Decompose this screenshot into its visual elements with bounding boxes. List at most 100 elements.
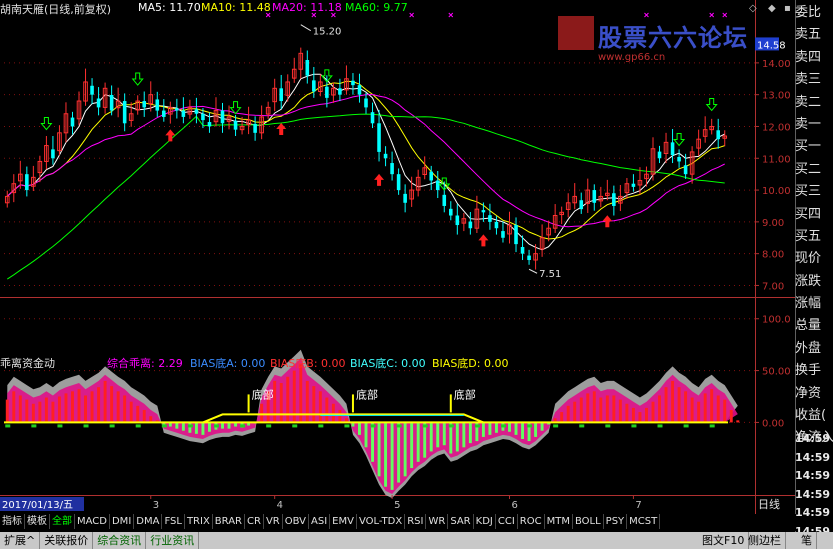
candle (370, 102, 375, 129)
tab-boll[interactable]: BOLL (573, 514, 604, 529)
indicator-base-tick (500, 424, 506, 428)
buy-arrow-icon (602, 215, 613, 228)
tab-rsi[interactable]: RSI (405, 514, 427, 529)
tab-cr[interactable]: CR (245, 514, 264, 529)
trade-times: 14:59 14:59 14:59 14:59 14:59 14:59 (795, 430, 833, 542)
tab-dmi[interactable]: DMI (110, 514, 135, 529)
candle-body (448, 208, 453, 216)
candle-body (96, 98, 101, 108)
indicator-base-tick (579, 424, 585, 428)
tab-psy[interactable]: PSY (604, 514, 628, 529)
tab-trix[interactable]: TRIX (185, 514, 213, 529)
tab-obv[interactable]: OBV (283, 514, 309, 529)
candle (11, 174, 17, 203)
tab-indicator[interactable]: 指标 (0, 514, 25, 529)
tab-mtm[interactable]: MTM (545, 514, 573, 529)
tab-mcst[interactable]: MCST (627, 514, 661, 529)
candle (364, 92, 368, 114)
candle (148, 81, 154, 112)
candle (128, 102, 134, 127)
industry-news-tab[interactable]: 行业资讯 (146, 532, 200, 549)
candle (494, 216, 499, 235)
candle (44, 136, 49, 170)
sidebar-item: 涨跌 (795, 273, 822, 289)
candle (63, 102, 69, 143)
candle (422, 156, 427, 180)
candle (70, 111, 75, 135)
ma20-label: MA20: 11.18 (272, 1, 342, 14)
indicator-base-tick (709, 424, 715, 428)
candle-body (325, 86, 329, 98)
candle (403, 184, 407, 213)
tab-emv[interactable]: EMV (330, 514, 357, 529)
price-tick-label: 11.00 (762, 154, 791, 165)
price-highlight-label: 14.58 (757, 40, 786, 51)
pen-button[interactable]: 笔 (797, 532, 817, 549)
expand-button[interactable]: 扩展^ (0, 532, 41, 549)
candle-body (631, 183, 636, 187)
top-x-marker (448, 12, 454, 18)
tab-macd[interactable]: MACD (75, 514, 110, 529)
tab-kdj[interactable]: KDJ (474, 514, 496, 529)
indicator-base-tick (553, 424, 559, 428)
candle (253, 116, 257, 141)
indicator-tabbar: 指标 模板 全部 MACD DMI DMA FSL TRIX BRAR CR VR OBV ASI EMV… (0, 514, 796, 531)
candle (507, 211, 512, 244)
candle-body (90, 85, 94, 95)
indicator-legend-4: BIAS底D: 0.00 (432, 357, 509, 370)
sidebar-item: 卖三 (795, 72, 822, 88)
candle-body (612, 193, 616, 206)
candle (631, 174, 636, 192)
candle (644, 166, 649, 187)
candle (175, 98, 179, 119)
candle (213, 97, 219, 127)
candle (709, 118, 714, 135)
bottom-marker-label: 底部 (252, 387, 274, 401)
candle (552, 204, 558, 233)
candle (115, 87, 121, 118)
candle (226, 105, 232, 130)
tab-vr[interactable]: VR (264, 514, 283, 529)
candle (76, 91, 82, 126)
indicator-base-tick (240, 424, 246, 428)
sidebar-toggle-button[interactable]: 侧边栏 (744, 532, 786, 549)
candle (383, 146, 388, 167)
f10-button[interactable]: 图文F10 (698, 532, 750, 549)
tab-vol-tdx[interactable]: VOL-TDX (357, 514, 406, 529)
tab-dma[interactable]: DMA (134, 514, 163, 529)
candle-body (70, 117, 75, 127)
tab-brar[interactable]: BRAR (213, 514, 245, 529)
indicator-base-tick (318, 424, 324, 428)
candle (305, 50, 310, 84)
candle-body (201, 113, 205, 121)
related-quotes-tab[interactable]: 关联报价 (40, 532, 94, 549)
candle-body (207, 122, 212, 127)
top-x-marker (409, 12, 415, 18)
current-date-label: 2017/01/13/五 (2, 500, 73, 511)
low-label: 7.51 (539, 269, 561, 280)
candle-body (51, 149, 55, 159)
candle (25, 166, 29, 197)
tab-cci[interactable]: CCI (496, 514, 518, 529)
indicator-base-tick (448, 424, 454, 428)
sidebar-item: 涨幅 (795, 296, 822, 312)
tab-roc[interactable]: ROC (518, 514, 545, 529)
tab-fsl[interactable]: FSL (162, 514, 185, 529)
tab-template[interactable]: 模板 (25, 514, 50, 529)
candle (318, 74, 323, 97)
candle-body (390, 163, 394, 175)
tab-asi[interactable]: ASI (309, 514, 331, 529)
price-tick-label: 13.00 (762, 91, 791, 102)
period-label: 日线 (758, 497, 780, 511)
chart-canvas[interactable]: 底部 底部 底部 15.20 7.51 14.00 13.00 12.00 11.00 10.… (0, 0, 833, 549)
candle-body (364, 98, 368, 108)
tab-all[interactable]: 全部 (50, 514, 75, 529)
tab-sar[interactable]: SAR (448, 514, 474, 529)
indicator-base-tick (135, 424, 141, 428)
candle-body (579, 200, 584, 210)
indicator-name: 乖离资金动 (0, 357, 55, 370)
indicator-legend-2: BIAS底B: 0.00 (270, 357, 346, 370)
tab-wr[interactable]: WR (426, 514, 449, 529)
bottom-toolbar: 扩展^ 关联报价 综合资讯 行业资讯 图文F10 侧边栏 笔 (0, 532, 833, 549)
general-news-tab[interactable]: 综合资讯 (93, 532, 147, 549)
